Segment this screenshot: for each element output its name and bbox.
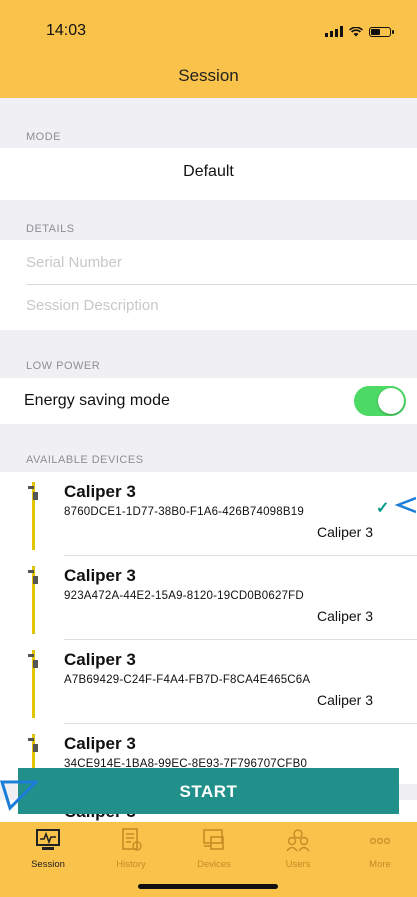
caliper-icon: [28, 650, 38, 718]
history-icon: [122, 828, 142, 851]
device-id: 923A472A-44E2-15A9-8120-19CD0B0627FD: [64, 590, 304, 602]
status-time: 14:03: [46, 22, 87, 39]
signal-icon: [325, 26, 343, 37]
energy-saving-toggle[interactable]: [354, 386, 406, 416]
caliper-icon: [28, 482, 38, 550]
device-id: 8760DCE1-1D77-38B0-F1A6-426B74098B19: [64, 506, 304, 518]
more-icon: [369, 838, 391, 845]
caliper-icon: [28, 566, 38, 634]
energy-saving-label: Energy saving mode: [24, 392, 170, 409]
device-row[interactable]: Caliper 3 8760DCE1-1D77-38B0-F1A6-426B74…: [0, 472, 417, 556]
session-description-input[interactable]: Session Description: [26, 297, 159, 314]
tab-users[interactable]: Users: [268, 828, 328, 870]
device-id: A7B69429-C24F-F4A4-FB7D-F8CA4E465C6A: [64, 674, 311, 686]
tab-label: More: [369, 859, 391, 870]
device-type: Caliper 3: [316, 524, 373, 540]
tab-label: Devices: [197, 859, 231, 870]
device-name: Caliper 3: [64, 482, 136, 501]
section-label-devices: AVAILABLE DEVICES: [26, 454, 144, 466]
device-type: Caliper 3: [316, 692, 373, 708]
page-title: Session: [178, 66, 239, 85]
home-indicator: [138, 884, 278, 889]
device-row[interactable]: Caliper 3 923A472A-44E2-15A9-8120-19CD0B…: [0, 556, 417, 640]
header: 14:03 Session: [0, 0, 417, 98]
device-name: Caliper 3: [64, 650, 136, 669]
device-row[interactable]: Caliper 3 A7B69429-C24F-F4A4-FB7D-F8CA4E…: [0, 640, 417, 724]
users-icon: [286, 829, 310, 852]
tab-label: Users: [285, 859, 311, 870]
toggle-knob: [378, 388, 404, 414]
tab-label: Session: [31, 859, 65, 870]
pointer-arrow-icon: [394, 496, 416, 514]
device-name: Caliper 3: [64, 566, 136, 585]
start-button[interactable]: START: [18, 768, 399, 814]
devices-icon: [203, 829, 224, 850]
tab-session[interactable]: Session: [18, 828, 78, 870]
tab-label: History: [116, 859, 146, 870]
tab-more[interactable]: More: [350, 828, 410, 870]
device-type: Caliper 3: [316, 608, 373, 624]
section-label-mode: MODE: [26, 131, 61, 143]
device-name: Caliper 3: [64, 734, 136, 753]
pointer-arrow-icon: [0, 780, 38, 811]
serial-number-input[interactable]: Serial Number: [26, 254, 122, 271]
checkmark-icon: ✓: [376, 500, 390, 517]
section-label-details: DETAILS: [26, 223, 75, 235]
wifi-icon: [349, 26, 363, 36]
mode-value[interactable]: Default: [0, 163, 417, 181]
tab-history[interactable]: History: [101, 828, 161, 870]
session-icon: [36, 829, 60, 850]
tab-devices[interactable]: Devices: [184, 828, 244, 870]
section-label-low-power: LOW POWER: [26, 360, 101, 372]
divider: [26, 284, 417, 285]
battery-icon: [369, 26, 394, 37]
status-icons: [325, 26, 394, 37]
